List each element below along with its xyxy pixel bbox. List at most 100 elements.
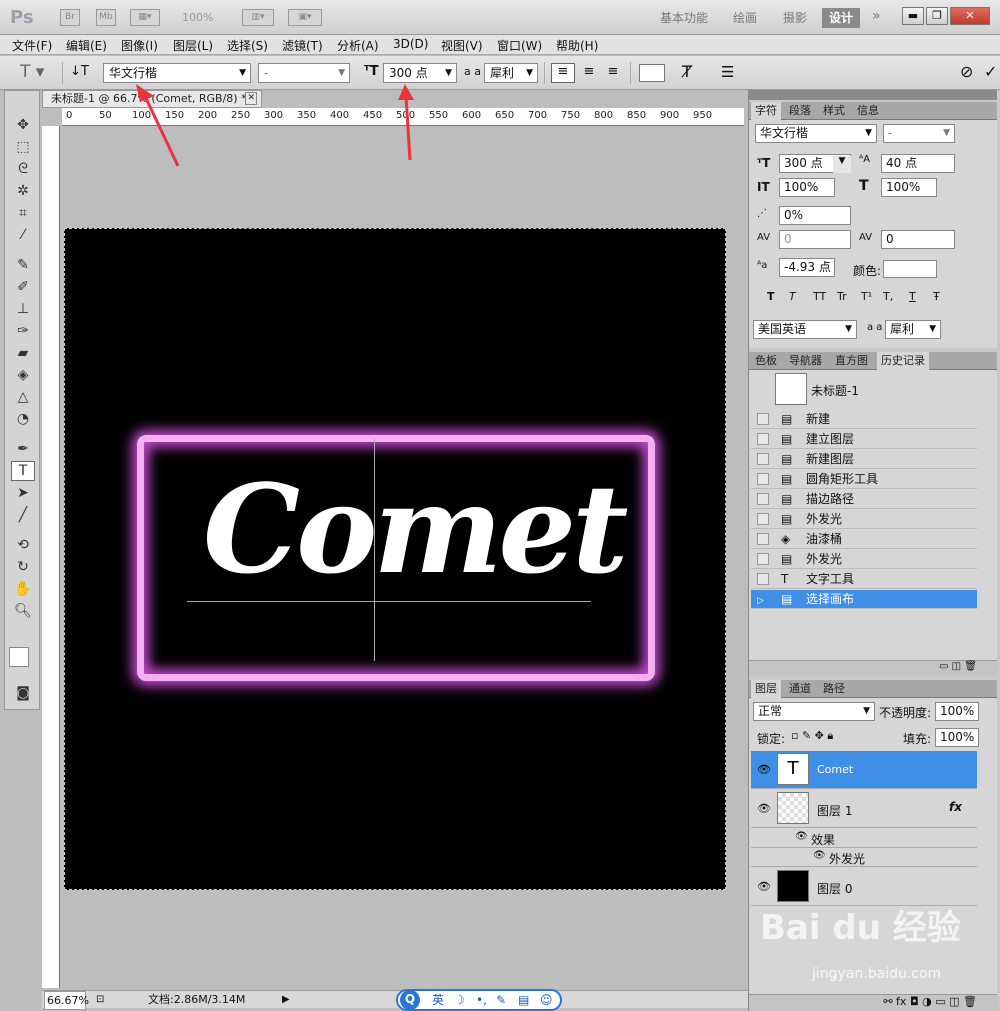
- quick-select-tool-icon[interactable]: ✲: [11, 181, 35, 201]
- history-item[interactable]: T 文字工具: [751, 570, 977, 589]
- menu-file[interactable]: 文件(F): [12, 37, 52, 54]
- type-tool-icon[interactable]: T: [11, 461, 35, 481]
- 3d-rotate-tool-icon[interactable]: ⟲: [11, 535, 35, 555]
- menu-window[interactable]: 窗口(W): [497, 37, 542, 54]
- eye-icon[interactable]: 👁︎: [757, 763, 771, 776]
- char-language-select[interactable]: 美国英语 ▼: [753, 320, 857, 339]
- ime-language[interactable]: 英: [432, 991, 444, 1009]
- screen-mode-button[interactable]: ▣▾: [288, 9, 322, 26]
- eye-icon[interactable]: 👁︎: [757, 802, 771, 815]
- tab-swatches[interactable]: 色板: [751, 352, 781, 370]
- menu-view[interactable]: 视图(V): [441, 37, 483, 54]
- tab-info[interactable]: 信息: [853, 102, 883, 120]
- layer-row-selected[interactable]: 👁︎ T Comet: [751, 751, 977, 789]
- workspace-photography[interactable]: 摄影: [783, 8, 807, 28]
- healing-brush-tool-icon[interactable]: ✎: [11, 255, 35, 275]
- menu-filter[interactable]: 滤镜(T): [282, 37, 323, 54]
- menu-analysis[interactable]: 分析(A): [337, 37, 379, 54]
- fx-icon[interactable]: fx: [949, 800, 962, 814]
- quick-mask-icon[interactable]: ◙: [11, 683, 35, 703]
- char-leading-field[interactable]: 40 点: [881, 154, 955, 173]
- align-left-icon[interactable]: ≡: [551, 63, 575, 83]
- view-extras-button[interactable]: ▦▾: [130, 9, 160, 26]
- char-tracking-field[interactable]: 0: [881, 230, 955, 249]
- brush-tool-icon[interactable]: ✐: [11, 277, 35, 297]
- history-item[interactable]: ▤ 新建图层: [751, 450, 977, 469]
- history-item[interactable]: ▤ 圆角矩形工具: [751, 470, 977, 489]
- move-tool-icon[interactable]: ✥: [11, 115, 35, 135]
- delete-state-icon[interactable]: 🗑︎: [964, 661, 977, 672]
- adjustment-layer-icon[interactable]: ◑: [922, 995, 935, 1008]
- tab-channels[interactable]: 通道: [785, 680, 815, 698]
- ime-tools-icon[interactable]: ✎: [496, 991, 506, 1009]
- opacity-field[interactable]: 100%: [935, 702, 979, 721]
- tab-layers[interactable]: 图层: [751, 680, 781, 698]
- ime-skin-icon[interactable]: ▤: [518, 991, 529, 1009]
- strikethrough-button[interactable]: Ŧ: [933, 290, 940, 303]
- text-color-swatch[interactable]: [639, 64, 665, 82]
- 3d-orbit-tool-icon[interactable]: ↻: [11, 557, 35, 577]
- character-panel-toggle-icon[interactable]: ☰: [721, 63, 734, 81]
- more-workspaces-icon[interactable]: »: [872, 8, 881, 24]
- add-mask-icon[interactable]: ◘: [910, 995, 922, 1008]
- char-antialias-select[interactable]: 犀利 ▼: [885, 320, 941, 339]
- link-layers-icon[interactable]: ⚯: [883, 995, 896, 1008]
- font-family-select[interactable]: 华文行楷 ▼: [103, 63, 251, 83]
- lasso-tool-icon[interactable]: ᘓ: [11, 159, 35, 179]
- char-vscale-field[interactable]: 100%: [779, 178, 835, 197]
- antialias-select[interactable]: 犀利 ▼: [484, 63, 538, 83]
- restore-button[interactable]: ❐: [926, 7, 948, 25]
- minimize-button[interactable]: ▬: [902, 7, 924, 25]
- char-hscale-field[interactable]: 100%: [881, 178, 937, 197]
- subscript-button[interactable]: T,: [883, 290, 893, 303]
- effect-row[interactable]: 👁︎ 外发光: [751, 848, 977, 867]
- history-item[interactable]: ▤ 建立图层: [751, 430, 977, 449]
- workspace-essentials[interactable]: 基本功能: [660, 8, 708, 28]
- new-document-icon[interactable]: ▭: [939, 661, 952, 672]
- clone-stamp-tool-icon[interactable]: ⊥: [11, 299, 35, 319]
- layer-name[interactable]: 图层 1: [817, 802, 852, 819]
- eye-icon[interactable]: 👁︎: [813, 850, 826, 861]
- ime-punct-icon[interactable]: •,: [476, 991, 487, 1009]
- snapshot-thumbnail[interactable]: [775, 373, 807, 405]
- cancel-edit-icon[interactable]: ⊘: [960, 62, 973, 81]
- blur-tool-icon[interactable]: △: [11, 387, 35, 407]
- canvas-text-comet[interactable]: Comet: [203, 457, 629, 601]
- font-size-select[interactable]: 300 点 ▼: [383, 63, 457, 83]
- workspace-design[interactable]: 设计: [822, 8, 861, 28]
- zoom-level[interactable]: 100%: [182, 11, 213, 24]
- tab-navigator[interactable]: 导航器: [785, 352, 826, 370]
- dodge-tool-icon[interactable]: ◔: [11, 409, 35, 429]
- zoom-tool-icon[interactable]: 🔍︎: [11, 601, 35, 621]
- ime-fullwidth-icon[interactable]: ☽: [454, 991, 465, 1009]
- status-menu-icon[interactable]: ▶: [282, 991, 290, 1008]
- marquee-tool-icon[interactable]: ⬚: [11, 137, 35, 157]
- text-tool-preset-icon[interactable]: T ▾: [20, 62, 44, 82]
- arrange-documents-button[interactable]: ▥▾: [242, 9, 274, 26]
- new-group-icon[interactable]: ▭: [935, 995, 949, 1008]
- bridge-button[interactable]: Br: [60, 9, 80, 26]
- history-item[interactable]: ▤ 描边路径: [751, 490, 977, 509]
- align-center-icon[interactable]: ≡: [579, 64, 599, 79]
- warp-text-icon[interactable]: Ⱦ: [682, 62, 692, 81]
- history-item[interactable]: ◈ 油漆桶: [751, 530, 977, 549]
- menu-layer[interactable]: 图层(L): [173, 37, 213, 54]
- hand-tool-icon[interactable]: ✋: [11, 579, 35, 599]
- mini-bridge-button[interactable]: Mb: [96, 9, 116, 26]
- menu-edit[interactable]: 编辑(E): [66, 37, 107, 54]
- menu-select[interactable]: 选择(S): [227, 37, 268, 54]
- tab-paragraph[interactable]: 段落: [785, 102, 815, 120]
- add-style-icon[interactable]: fx: [896, 995, 910, 1008]
- ime-toolbar[interactable]: Q 英 ☽ •, ✎ ▤ ☺: [396, 989, 562, 1011]
- eye-icon[interactable]: 👁︎: [757, 880, 771, 893]
- history-item[interactable]: ▤ 外发光: [751, 550, 977, 569]
- crop-tool-icon[interactable]: ⌗: [11, 203, 35, 223]
- new-layer-icon[interactable]: ◫: [949, 995, 963, 1008]
- close-button[interactable]: ✕: [950, 7, 990, 25]
- faux-bold-button[interactable]: T: [767, 290, 775, 303]
- all-caps-button[interactable]: TT: [813, 290, 826, 303]
- superscript-button[interactable]: T¹: [861, 290, 872, 303]
- commit-edit-icon[interactable]: ✓: [984, 62, 997, 81]
- layer-name[interactable]: 图层 0: [817, 880, 852, 897]
- paint-bucket-tool-icon[interactable]: ◈: [11, 365, 35, 385]
